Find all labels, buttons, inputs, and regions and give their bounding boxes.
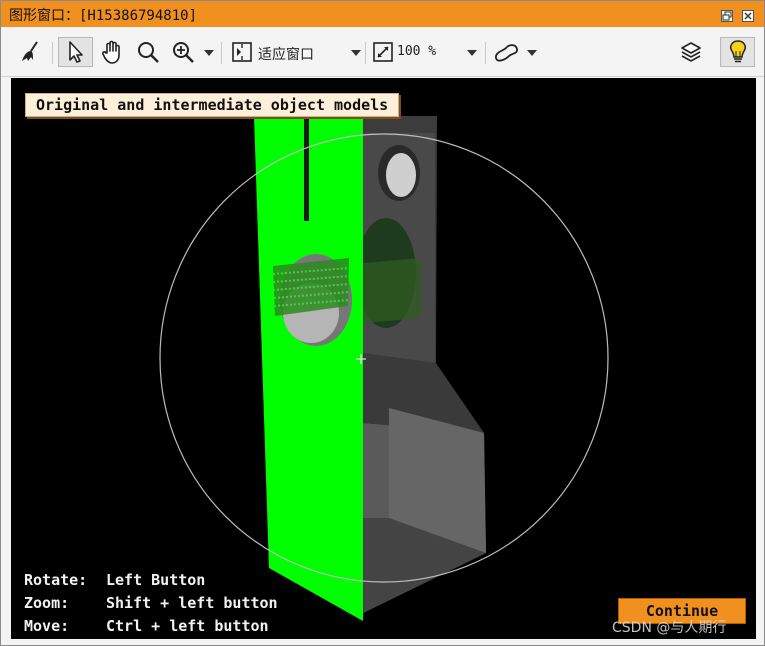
zoom-in-icon[interactable] bbox=[169, 37, 197, 67]
help-line-rotate: Rotate: Left Button bbox=[24, 571, 205, 589]
help-binding: Ctrl + left button bbox=[106, 617, 269, 635]
upper-hole-highlight bbox=[386, 153, 416, 197]
title-bar[interactable]: 图形窗口：[H15386794810] bbox=[1, 1, 764, 27]
shape-dropdown-caret[interactable] bbox=[527, 50, 537, 56]
toolbar: 适应窗口 100 % bbox=[1, 28, 764, 77]
watermark-text: CSDN @与人期行 bbox=[612, 620, 727, 636]
fit-window-icon[interactable] bbox=[229, 37, 255, 67]
lightbulb-icon[interactable] bbox=[720, 37, 755, 67]
broom-icon[interactable] bbox=[17, 37, 45, 67]
help-binding: Left Button bbox=[106, 571, 206, 589]
plate-slot bbox=[304, 116, 309, 221]
window-title: 图形窗口：[H15386794810] bbox=[9, 8, 198, 24]
graphics-canvas[interactable]: Original and intermediate object models … bbox=[11, 78, 756, 639]
hatched-band bbox=[273, 258, 349, 316]
toolbar-separator bbox=[221, 42, 222, 64]
object-model-render bbox=[159, 116, 609, 621]
layers-icon[interactable] bbox=[677, 37, 705, 67]
percent-dropdown-caret[interactable] bbox=[467, 50, 477, 56]
help-action: Zoom: bbox=[24, 594, 70, 612]
zoom-percent[interactable]: 100 % bbox=[397, 44, 436, 59]
help-line-move: Move: Ctrl + left button bbox=[24, 617, 269, 635]
graphics-window: 图形窗口：[H15386794810] 适应窗口 100 % Original … bbox=[0, 0, 765, 646]
hand-icon[interactable] bbox=[98, 37, 128, 67]
model-caption-banner: Original and intermediate object models bbox=[25, 93, 400, 117]
restore-window-icon[interactable] bbox=[721, 10, 733, 22]
toolbar-separator bbox=[365, 42, 366, 64]
fit-dropdown-caret[interactable] bbox=[351, 50, 361, 56]
fit-window-label[interactable]: 适应窗口 bbox=[258, 44, 314, 64]
toolbar-separator bbox=[52, 42, 53, 64]
magnifier-icon[interactable] bbox=[134, 37, 162, 67]
pointer-icon[interactable] bbox=[58, 37, 93, 67]
help-line-zoom: Zoom: Shift + left button bbox=[24, 594, 278, 612]
draw-shape-icon[interactable] bbox=[492, 37, 522, 67]
help-action: Rotate: bbox=[24, 571, 88, 589]
zoom-dropdown-caret[interactable] bbox=[204, 50, 214, 56]
scale-icon[interactable] bbox=[370, 37, 396, 67]
help-action: Move: bbox=[24, 617, 70, 635]
hatched-region-right bbox=[363, 258, 421, 323]
close-window-icon[interactable] bbox=[742, 10, 754, 22]
help-binding: Shift + left button bbox=[106, 594, 278, 612]
toolbar-separator bbox=[485, 42, 486, 64]
